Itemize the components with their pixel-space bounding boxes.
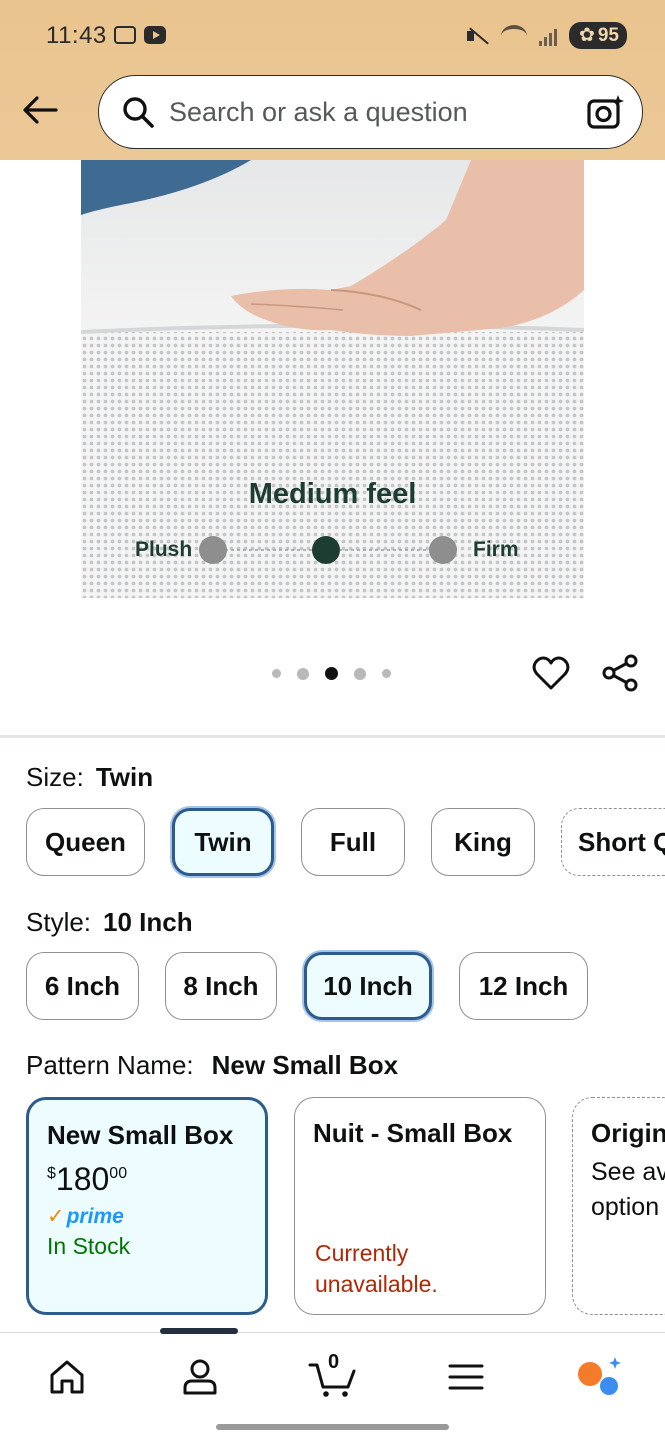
prime-label: prime (66, 1204, 124, 1228)
camera-search-icon[interactable] (586, 92, 626, 132)
product-image[interactable]: Medium feel Plush Firm (81, 160, 584, 598)
heart-icon[interactable] (532, 654, 570, 692)
size-option-twin[interactable]: Twin (172, 808, 274, 876)
rufus-assistant-icon[interactable] (575, 1355, 625, 1399)
status-notification-icons (114, 26, 166, 44)
nav-active-indicator (160, 1328, 238, 1334)
pattern-label: Pattern Name: New Small Box (26, 1050, 398, 1081)
feel-firm-label: Firm (473, 538, 519, 561)
pattern-selected-value: New Small Box (211, 1050, 399, 1080)
carousel-dot[interactable] (354, 667, 366, 680)
prime-check-icon: ✓ (47, 1205, 65, 1228)
style-selected-value: 10 Inch (103, 907, 193, 937)
size-label-text: Size: (26, 762, 84, 792)
style-label-text: Style: (26, 907, 92, 937)
availability-status: Currently unavailable. (315, 1240, 438, 1297)
style-option-10-inch[interactable]: 10 Inch (304, 952, 432, 1020)
status-time: 11:43 (46, 22, 107, 49)
battery-indicator: ✿ 95 (568, 22, 627, 49)
battery-level: 95 (597, 24, 619, 46)
home-icon[interactable] (45, 1355, 89, 1399)
back-button[interactable] (20, 90, 60, 130)
pattern-card-original[interactable]: Origin See av option (572, 1097, 665, 1315)
mattress-photo (81, 160, 584, 598)
size-option-full[interactable]: Full (301, 808, 405, 876)
size-option-queen[interactable]: Queen (26, 808, 145, 876)
battery-leaf-icon: ✿ (578, 25, 595, 46)
search-icon (123, 97, 154, 128)
pattern-card-title: Origin (591, 1118, 665, 1148)
carousel-dot-active[interactable] (325, 667, 338, 680)
stock-status: In Stock (47, 1233, 131, 1259)
pattern-label-text: Pattern Name: (26, 1050, 194, 1080)
price: $ 180 00 (47, 1161, 247, 1198)
size-option-king[interactable]: King (431, 808, 535, 876)
style-option-6-inch[interactable]: 6 Inch (26, 952, 139, 1020)
style-option-8-inch[interactable]: 8 Inch (165, 952, 277, 1020)
price-cents: 00 (109, 1165, 128, 1182)
price-whole: 180 (55, 1161, 110, 1197)
wifi-icon (500, 24, 527, 47)
cart-button[interactable]: 0 (308, 1351, 358, 1399)
size-selected-value: Twin (95, 762, 154, 792)
menu-icon[interactable] (444, 1355, 488, 1399)
style-option-12-inch[interactable]: 12 Inch (459, 952, 588, 1020)
search-input[interactable] (169, 96, 586, 128)
bottom-nav: 0 (0, 1328, 665, 1416)
feel-title: Medium feel (248, 478, 417, 510)
size-label: Size: Twin (26, 762, 153, 793)
style-label: Style: 10 Inch (26, 907, 193, 938)
section-divider (0, 735, 665, 738)
status-right-icons: ✿ 95 (465, 22, 627, 49)
arrow-left-icon (23, 96, 58, 124)
search-bar[interactable] (98, 75, 643, 149)
system-home-indicator[interactable] (216, 1424, 449, 1430)
cart-count: 0 (328, 1351, 340, 1373)
carousel-dot[interactable] (382, 669, 391, 678)
pattern-card-title: New Small Box (47, 1120, 234, 1150)
size-option-short-queen[interactable]: Short Q (561, 808, 665, 876)
pattern-card-note: See av option (591, 1158, 665, 1221)
youtube-icon (144, 26, 166, 44)
price-symbol: $ (47, 1165, 56, 1182)
screenshot-icon (114, 26, 136, 44)
carousel-dots[interactable] (272, 667, 391, 680)
mute-icon (465, 25, 489, 47)
prime-badge: ✓ prime (47, 1204, 247, 1229)
feel-plush-label: Plush (135, 538, 193, 561)
pattern-card-new-small-box[interactable]: New Small Box $ 180 00 ✓ prime In Stock (26, 1097, 268, 1315)
app-header: 11:43 ✿ 95 (0, 0, 665, 160)
pattern-card-title: Nuit - Small Box (313, 1118, 513, 1148)
share-icon[interactable] (601, 654, 639, 692)
carousel-dot[interactable] (272, 669, 281, 678)
signal-icon (538, 26, 557, 46)
carousel-dot[interactable] (297, 667, 309, 680)
account-icon[interactable] (178, 1355, 222, 1399)
pattern-card-nuit-small-box[interactable]: Nuit - Small Box Currently unavailable. (294, 1097, 546, 1315)
